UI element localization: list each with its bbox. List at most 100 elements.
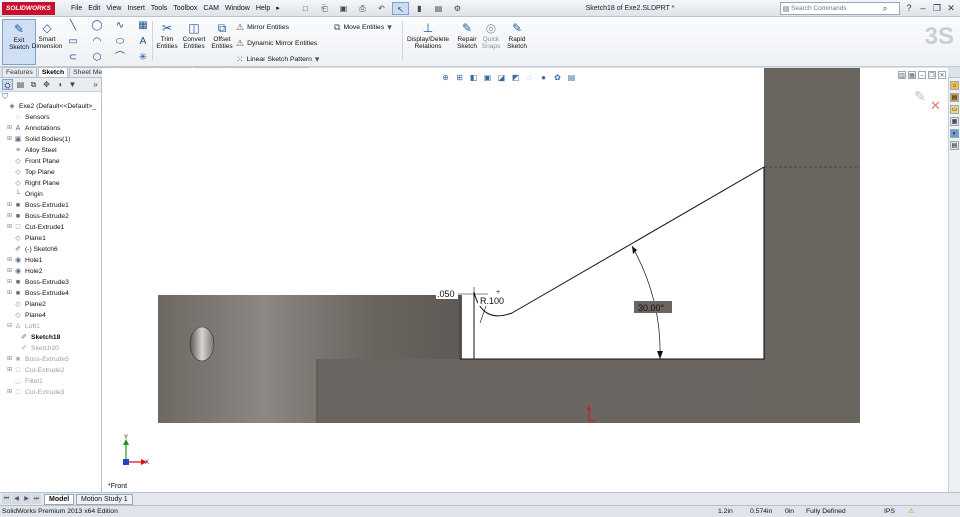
cam-tab-icon[interactable]: ▼ [67,79,78,90]
tree-item[interactable]: ⊞ □ Cut-Extrude2 [0,365,101,376]
smart-dimension-button[interactable]: ◇ Smart Dimension [30,19,64,65]
custom-properties-icon[interactable]: ▤ [950,141,959,150]
menu-insert[interactable]: Insert [124,0,148,17]
menu-tools[interactable]: Tools [148,0,170,17]
filter-icon[interactable]: ⛉ [2,93,101,101]
previous-view-icon[interactable]: ◧ [468,72,479,83]
design-library-icon[interactable]: ▤ [950,93,959,102]
select-icon[interactable]: ↖ [392,2,409,15]
chevron-down-icon[interactable]: ▾ [387,22,392,33]
slot-tool-icon[interactable]: ⊂ [66,52,80,64]
open-icon[interactable]: ⎗ [316,2,333,15]
restore-button[interactable]: ❐ [930,0,944,17]
search-input[interactable] [791,3,879,14]
tree-item[interactable]: ◇ Plane4 [0,310,101,321]
first-tab-icon[interactable]: ⏮ [2,494,11,504]
view-orientation-icon[interactable]: ◪ [496,72,507,83]
menu-more[interactable]: ▸ [273,0,283,17]
expand-panel-icon[interactable]: » [90,79,101,90]
tree-item[interactable]: ◈ Exe2 (Default<<Default>_ [0,101,101,112]
move-entities-button[interactable]: ⧉ Move Entities ▾ [334,20,392,34]
expand-toggle-icon[interactable]: ⊞ [6,134,13,145]
dimxpert-manager-tab-icon[interactable]: ✥ [41,79,52,90]
tree-item[interactable]: ⊞ ■ Boss-Extrude1 [0,200,101,211]
tree-item[interactable]: ◌ Sensors [0,112,101,123]
hole-edge[interactable] [189,326,215,362]
menu-toolbox[interactable]: Toolbox [170,0,200,17]
text-tool-icon[interactable]: A [136,36,150,48]
small-dimension-text[interactable]: .050 [437,289,455,299]
sketch-slanted-line[interactable] [511,166,765,314]
dynamic-mirror-button[interactable]: ⚠ Dynamic Mirror Entities [236,36,317,50]
new-icon[interactable]: □ [297,2,314,15]
appearances-icon[interactable]: ◐ [950,129,959,138]
expand-toggle-icon[interactable]: ⊞ [6,288,13,299]
property-manager-tab-icon[interactable]: ▤ [15,79,26,90]
section-view-icon[interactable]: ▣ [482,72,493,83]
expand-toggle-icon[interactable]: ⊞ [6,123,13,134]
offset-entities-button[interactable]: ⧉ Offset Entities [205,19,239,65]
next-tab-icon[interactable]: ▶ [22,494,31,504]
expand-toggle-icon[interactable]: ⊞ [6,387,13,398]
tab-sketch[interactable]: Sketch [37,67,69,77]
tree-item[interactable]: ⊞ □ Cut-Extrude1 [0,222,101,233]
polygon-tool-icon[interactable]: ⬡ [90,52,104,64]
cancel-sketch-icon[interactable]: ✕ [930,98,941,114]
arc-tool-icon[interactable]: ◠ [90,36,104,48]
tree-item[interactable]: ⊞ □ Cut-Extrude3 [0,387,101,398]
solidworks-resources-icon[interactable]: ⌂ [950,81,959,90]
menu-cam[interactable]: CAM [200,0,222,17]
graphics-area[interactable]: 30.00° R.100 + .050 X Y ⊕ ⊞ ◧ ▣ ◪ ◩ ◌ ● … [102,68,948,492]
expand-toggle-icon[interactable]: ⊞ [6,222,13,233]
viewport-minimize-button[interactable]: – [918,71,926,79]
fillet-tool-icon[interactable]: ⌒ [113,52,127,64]
search-icon[interactable]: ⌕ [879,4,891,14]
previous-tab-icon[interactable]: ◀ [12,494,21,504]
exit-sketch-corner-icon[interactable]: ✎ [914,88,926,105]
unit-system-button[interactable]: IPS [884,506,895,517]
view-settings-icon[interactable]: ▤ [566,72,577,83]
tile-view-icon[interactable]: ▦ [908,71,916,79]
menu-file[interactable]: File [68,0,85,17]
display-delete-relations-button[interactable]: ⊥ Display/Delete Relations [406,19,450,65]
radius-dimension-text[interactable]: R.100 [480,296,504,306]
tab-features[interactable]: Features [2,67,37,77]
hide-show-items-icon[interactable]: ◌ [524,72,535,83]
tree-item[interactable]: ⊞ ■ Boss-Extrude3 [0,277,101,288]
expand-toggle-icon[interactable]: ⊞ [6,255,13,266]
menu-edit[interactable]: Edit [85,0,103,17]
expand-toggle-icon[interactable]: ⊞ [6,354,13,365]
tree-item[interactable]: ◇ Top Plane [0,167,101,178]
tree-item[interactable]: └ Origin [0,189,101,200]
circle-tool-icon[interactable]: ◯ [90,20,104,32]
edit-appearance-icon[interactable]: ● [538,72,549,83]
tab-motion-study-1[interactable]: Motion Study 1 [76,494,133,505]
help-icon[interactable]: ? [902,0,916,17]
angle-dimension-text[interactable]: 30.00° [638,303,665,313]
tree-item[interactable]: ◡ Fillet1 [0,376,101,387]
last-tab-icon[interactable]: ⏭ [32,494,41,504]
confirmation-corner[interactable]: ✎ ✕ [914,88,942,116]
expand-toggle-icon[interactable]: ⊞ [6,277,13,288]
point-tool-icon[interactable]: ✳ [136,52,150,64]
spline-tool-icon[interactable]: ∿ [113,20,127,32]
tree-item[interactable]: ⊞ ◉ Hole1 [0,255,101,266]
model-view[interactable]: 30.00° R.100 + .050 X Y [102,68,948,492]
print-icon[interactable]: ⎙ [354,2,371,15]
undo-icon[interactable]: ↶ [373,2,390,15]
menu-window[interactable]: Window [222,0,253,17]
line-tool-icon[interactable]: ╲ [66,20,80,32]
tree-item[interactable]: ⊞ ■ Boss-Extrude2 [0,211,101,222]
viewport-close-button[interactable]: ✕ [938,71,946,79]
zoom-to-area-icon[interactable]: ⊞ [454,72,465,83]
tree-item[interactable]: ⊞ ▣ Solid Bodies(1) [0,134,101,145]
search-scope-icon[interactable]: ▤ [781,5,791,13]
tree-item[interactable]: ◇ Front Plane [0,156,101,167]
tree-item[interactable]: ⊞ ■ Boss-Extrude5 [0,354,101,365]
tree-item[interactable]: ≡ Alloy Steel [0,145,101,156]
tab-model[interactable]: Model [44,494,75,505]
save-icon[interactable]: ▣ [335,2,352,15]
zoom-to-fit-icon[interactable]: ⊕ [440,72,451,83]
expand-toggle-icon[interactable]: ⊞ [6,266,13,277]
rebuild-icon[interactable]: ▮ [411,2,428,15]
